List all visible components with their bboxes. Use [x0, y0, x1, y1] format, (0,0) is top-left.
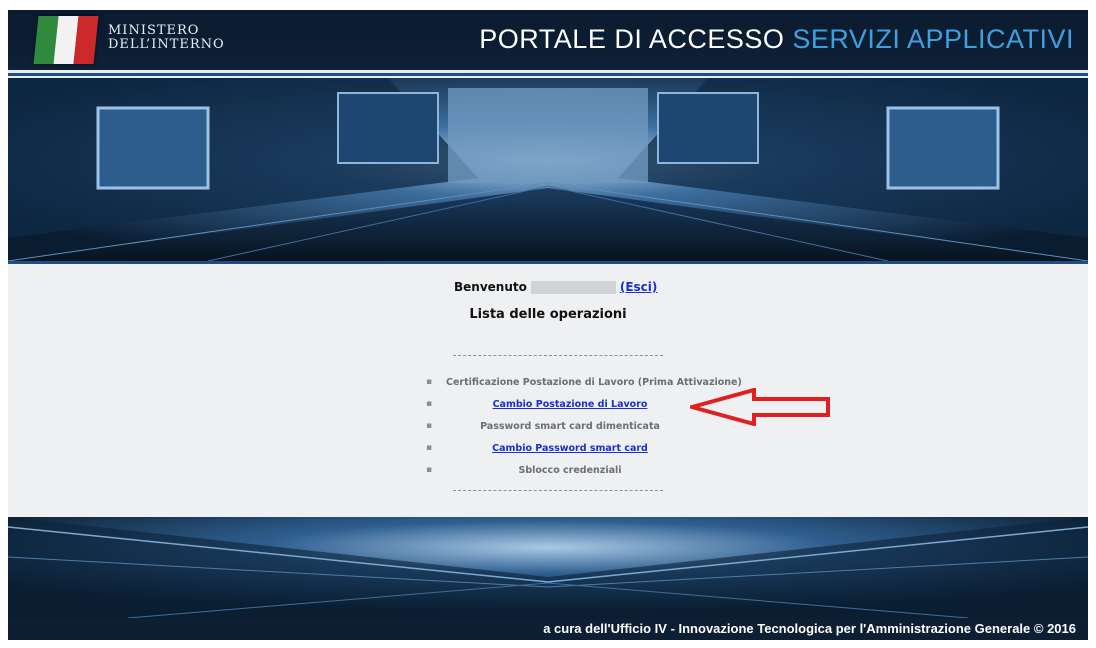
welcome-label: Benvenuto — [454, 280, 527, 294]
portal-title-main: PORTALE DI ACCESSO — [479, 24, 785, 54]
cambio-password-link[interactable]: Cambio Password smart card — [438, 443, 702, 454]
bottom-dashed-divider — [453, 490, 663, 491]
bullet: ▪ — [426, 465, 433, 475]
cambio-postazione-link[interactable]: Cambio Postazione di Lavoro — [438, 399, 702, 410]
bullet: ▪ — [426, 421, 433, 431]
header-bar: MINISTERO DELL’INTERNO PORTALE DI ACCESS… — [8, 10, 1088, 70]
italian-flag-logo — [33, 16, 99, 64]
operations-title: Lista delle operazioni — [469, 307, 627, 322]
header-divider — [8, 73, 1088, 76]
bullet: ▪ — [426, 377, 433, 387]
bullet: ▪ — [426, 399, 433, 409]
operation-label: Certificazione Postazione di Lavoro (Pri… — [446, 377, 742, 388]
welcome-line: Benvenuto (Esci) — [454, 280, 657, 294]
ministry-name: MINISTERO DELL’INTERNO — [108, 24, 225, 52]
main-content: Benvenuto (Esci) Lista delle operazioni ▪… — [8, 264, 1088, 517]
footer-credit: a cura dell'Ufficio IV - Innovazione Tec… — [543, 621, 1076, 636]
bullet: ▪ — [426, 443, 433, 453]
top-dashed-divider — [453, 355, 663, 356]
portal-title-accent: SERVIZI APPLICATIVI — [792, 24, 1074, 54]
portal-title: PORTALE DI ACCESSO SERVIZI APPLICATIVI — [479, 24, 1074, 55]
red-arrow-annotation — [690, 388, 830, 426]
bottom-banner-image — [8, 517, 1088, 618]
portal-frame: MINISTERO DELL’INTERNO PORTALE DI ACCESS… — [8, 10, 1088, 640]
ministry-line-2: DELL’INTERNO — [108, 37, 225, 52]
top-banner-image — [8, 78, 1088, 261]
username-redacted — [530, 281, 616, 294]
ministry-line-1: MINISTERO — [108, 23, 200, 38]
operation-label: Sblocco credenziali — [518, 465, 622, 476]
footer-bar: a cura dell'Ufficio IV - Innovazione Tec… — [8, 618, 1088, 640]
operation-label: Password smart card dimenticata — [480, 421, 660, 432]
logout-link[interactable]: (Esci) — [620, 280, 658, 294]
